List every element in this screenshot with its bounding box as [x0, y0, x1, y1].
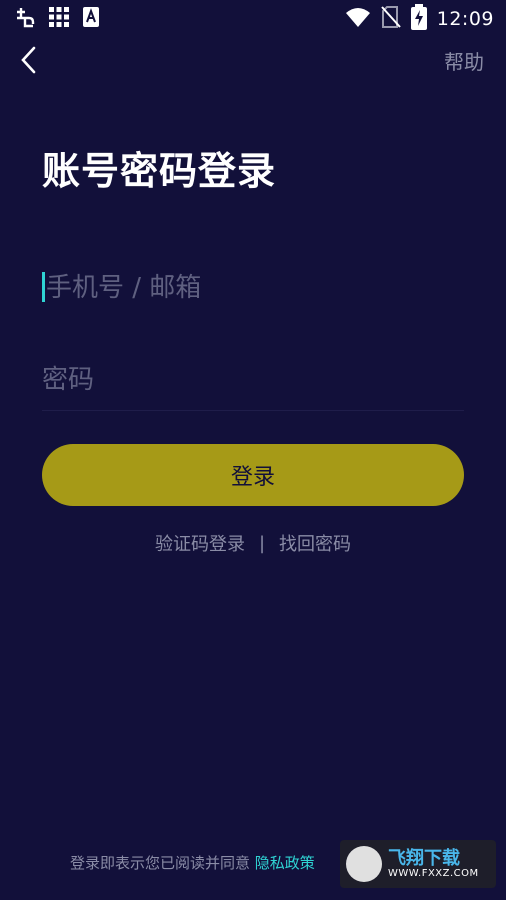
- account-input[interactable]: [42, 258, 468, 318]
- privacy-policy-link[interactable]: 隐私政策: [255, 854, 315, 872]
- agreement-footer: 登录即表示您已阅读并同意 隐私政策: [70, 852, 315, 873]
- watermark-url: WWW.FXXZ.COM: [388, 868, 479, 880]
- battery-charging-icon: [410, 4, 427, 34]
- login-button[interactable]: 登录: [42, 444, 464, 506]
- back-button[interactable]: [14, 42, 46, 78]
- no-sim-icon: [380, 5, 401, 33]
- navigation-bar: 帮助: [0, 38, 506, 82]
- agreement-text: 登录即表示您已阅读并同意: [70, 854, 251, 872]
- font-icon: [82, 6, 100, 32]
- recover-password-link[interactable]: 找回密码: [279, 530, 351, 556]
- grid-icon: [48, 6, 70, 32]
- app-notification-icon: [14, 6, 36, 32]
- wifi-icon: [345, 6, 371, 32]
- watermark-logo-icon: [346, 846, 382, 882]
- status-time: 12:09: [436, 8, 494, 30]
- help-link[interactable]: 帮助: [444, 46, 484, 75]
- link-separator: |: [258, 532, 266, 554]
- status-bar: 12:09: [0, 0, 506, 36]
- watermark-title: 飞翔下载: [388, 847, 460, 869]
- watermark-text: 飞翔下载 WWW.FXXZ.COM: [388, 847, 479, 880]
- page-title: 账号密码登录: [42, 149, 277, 193]
- text-cursor: [42, 272, 45, 302]
- sms-login-link[interactable]: 验证码登录: [155, 530, 245, 556]
- password-field: [42, 350, 464, 411]
- status-left-icons: [14, 6, 100, 32]
- watermark: 飞翔下载 WWW.FXXZ.COM: [340, 840, 496, 888]
- account-field: [42, 258, 468, 318]
- alternative-links: 验证码登录 | 找回密码: [0, 530, 506, 556]
- password-input[interactable]: [42, 350, 464, 410]
- chevron-left-icon: [14, 46, 46, 82]
- status-right-icons: 12:09: [345, 4, 494, 34]
